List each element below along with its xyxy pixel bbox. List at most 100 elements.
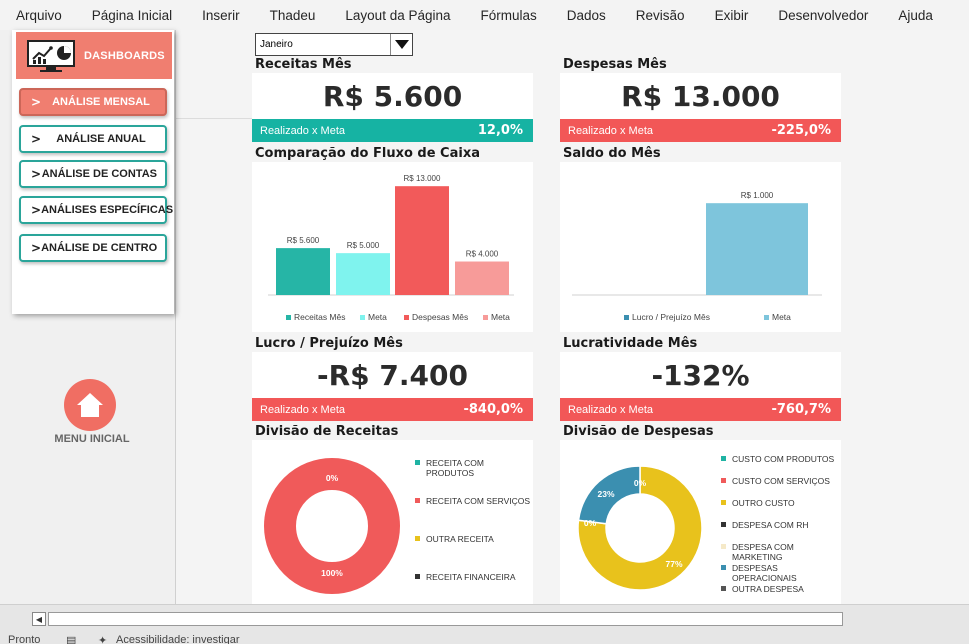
chart-bar xyxy=(276,248,330,295)
kpi-lucratividade-bar: Realizado x Meta -760,7% xyxy=(560,398,841,421)
nav-btn-analise-contas[interactable]: > ANÁLISE DE CONTAS xyxy=(19,160,167,188)
legend-label: OUTRA DESPESA xyxy=(732,584,804,594)
legend-item: OUTRA DESPESA xyxy=(721,584,839,594)
legend-label: CUSTO COM PRODUTOS xyxy=(732,454,835,464)
dashboard-monitor-icon xyxy=(27,39,75,72)
legend-swatch xyxy=(764,315,769,320)
legend-label: RECEITA FINANCEIRA xyxy=(426,572,516,582)
kpi-lucro-value: -R$ 7.400 xyxy=(317,359,468,392)
ribbon-tab-pagina-inicial[interactable]: Página Inicial xyxy=(92,8,172,23)
legend-label: Meta xyxy=(368,312,387,322)
month-select-value: Janeiro xyxy=(260,39,293,50)
legend-label: RECEITA COM SERVIÇOS xyxy=(426,496,531,506)
chevron-down-icon[interactable] xyxy=(390,34,412,55)
kpi-lucratividade-card: -132% Realizado x Meta -760,7% xyxy=(560,352,841,421)
ribbon-tab-arquivo[interactable]: Arquivo xyxy=(16,8,62,23)
home-button[interactable] xyxy=(64,379,116,431)
legend-swatch xyxy=(360,315,365,320)
nav-btn-analise-mensal[interactable]: > ANÁLISE MENSAL xyxy=(19,88,167,116)
nav-btn-analises-especificas[interactable]: > ANÁLISES ESPECÍFICAS xyxy=(19,196,173,224)
legend-item: DESPESAS OPERACIONAIS xyxy=(721,563,839,583)
legend-label: Meta xyxy=(491,312,510,322)
title-fluxo-caixa: Comparação do Fluxo de Caixa xyxy=(255,146,480,161)
donut-slice xyxy=(264,458,400,594)
donut-data-label: 0% xyxy=(634,478,647,488)
nav-btn-analise-anual[interactable]: > ANÁLISE ANUAL xyxy=(19,125,167,153)
legend-label: Meta xyxy=(772,312,791,322)
chart-fluxo-svg: R$ 5.600 R$ 5.000 R$ 13.000 R$ 4.000 Receita… xyxy=(268,174,514,322)
month-select[interactable]: Janeiro xyxy=(255,33,413,56)
legend-item: RECEITA COM PRODUTOS xyxy=(415,458,531,478)
chart-receitas-svg: 0% 100% xyxy=(264,458,400,594)
kpi-lucro-bar: Realizado x Meta -840,0% xyxy=(252,398,533,421)
chart-data-label: R$ 4.000 xyxy=(466,250,499,259)
legend-label: Receitas Mês xyxy=(294,312,346,322)
legend-item: DESPESA COM RH xyxy=(721,520,839,530)
ribbon-tab-formulas[interactable]: Fórmulas xyxy=(481,8,537,23)
ribbon-menu: Arquivo Página Inicial Inserir Thadeu La… xyxy=(0,0,969,30)
nav-btn-label: ANÁLISE DE CONTAS xyxy=(41,168,157,180)
ribbon-tab-inserir[interactable]: Inserir xyxy=(202,8,240,23)
kpi-receitas-value: R$ 5.600 xyxy=(322,80,463,113)
kpi-despesas-bar: Realizado x Meta -225,0% xyxy=(560,119,841,142)
chart-bar xyxy=(395,186,449,295)
kpi-lucratividade-value: -132% xyxy=(651,359,750,392)
kpi-receitas-card: R$ 5.600 Realizado x Meta 12,0% xyxy=(252,73,533,142)
chart-data-label: R$ 5.000 xyxy=(347,241,380,250)
scroll-left-icon[interactable]: ◀ xyxy=(32,612,46,626)
ribbon-tab-layout[interactable]: Layout da Página xyxy=(345,8,450,23)
nav-header-label: DASHBOARDS xyxy=(84,49,165,62)
chart-saldo-panel: R$ 1.000 Lucro / Prejuízo Mês Meta xyxy=(560,162,841,332)
legend-item: CUSTO COM SERVIÇOS xyxy=(721,476,839,486)
nav-btn-label: ANÁLISE ANUAL xyxy=(56,133,146,145)
title-receitas-mes: Receitas Mês xyxy=(255,57,352,72)
scroll-track[interactable] xyxy=(48,612,843,626)
legend-swatch xyxy=(624,315,629,320)
home-label: MENU INICIAL xyxy=(54,433,130,445)
nav-btn-label: ANÁLISES ESPECÍFICAS xyxy=(41,204,174,216)
legend-item: OUTRO CUSTO xyxy=(721,498,839,508)
status-ready: Pronto xyxy=(8,634,41,644)
legend-label: RECEITA COM PRODUTOS xyxy=(426,458,484,478)
legend-item: OUTRA RECEITA xyxy=(415,534,531,544)
legend-swatch xyxy=(415,574,420,579)
donut-data-label: 0% xyxy=(326,473,339,483)
kpi-bar-label: Realizado x Meta xyxy=(568,124,653,137)
legend-swatch xyxy=(721,544,726,549)
kpi-despesas-value: R$ 13.000 xyxy=(621,80,780,113)
ribbon-tab-exibir[interactable]: Exibir xyxy=(715,8,749,23)
legend-item: RECEITA FINANCEIRA xyxy=(415,572,531,582)
ribbon-tab-desenvolvedor[interactable]: Desenvolvedor xyxy=(778,8,868,23)
donut-data-label: 100% xyxy=(321,568,343,578)
ribbon-tab-thadeu[interactable]: Thadeu xyxy=(270,8,316,23)
kpi-lucro-card: -R$ 7.400 Realizado x Meta -840,0% xyxy=(252,352,533,421)
legend-label: DESPESA COM RH xyxy=(732,520,809,530)
nav-btn-label: ANÁLISE MENSAL xyxy=(52,96,150,108)
ribbon-tab-revisao[interactable]: Revisão xyxy=(636,8,685,23)
nav-btn-analise-centro[interactable]: > ANÁLISE DE CENTRO xyxy=(19,234,167,262)
nav-header-dashboards[interactable]: DASHBOARDS xyxy=(16,32,172,79)
ribbon-tab-dados[interactable]: Dados xyxy=(567,8,606,23)
status-accessibility[interactable]: Acessibilidade: investigar xyxy=(116,634,240,644)
title-lucro-prejuizo: Lucro / Prejuízo Mês xyxy=(255,336,403,351)
title-despesas-mes: Despesas Mês xyxy=(563,57,667,72)
legend-swatch xyxy=(721,522,726,527)
chart-data-label: R$ 1.000 xyxy=(741,191,774,200)
chevron-right-icon: > xyxy=(31,132,42,146)
sheet-stats-icon[interactable]: ▤ xyxy=(66,634,76,644)
horizontal-scrollbar[interactable]: ◀ xyxy=(0,604,969,630)
legend-item: CUSTO COM PRODUTOS xyxy=(721,454,839,464)
title-divisao-despesas: Divisão de Despesas xyxy=(563,424,714,439)
kpi-lucro-pct: -840,0% xyxy=(463,402,523,417)
legend-swatch xyxy=(721,478,726,483)
ribbon-tab-ajuda[interactable]: Ajuda xyxy=(898,8,933,23)
kpi-receitas-pct: 12,0% xyxy=(477,123,523,138)
legend-swatch xyxy=(404,315,409,320)
title-saldo-mes: Saldo do Mês xyxy=(563,146,661,161)
chevron-right-icon: > xyxy=(31,167,42,181)
kpi-bar-label: Realizado x Meta xyxy=(260,124,345,137)
kpi-despesas-pct: -225,0% xyxy=(771,123,831,138)
chart-fluxo-panel: R$ 5.600 R$ 5.000 R$ 13.000 R$ 4.000 Receita… xyxy=(252,162,533,332)
legend-despesas: CUSTO COM PRODUTOS CUSTO COM SERVIÇOS OUTR… xyxy=(721,454,839,594)
accessibility-icon[interactable]: ✦ xyxy=(98,634,107,644)
